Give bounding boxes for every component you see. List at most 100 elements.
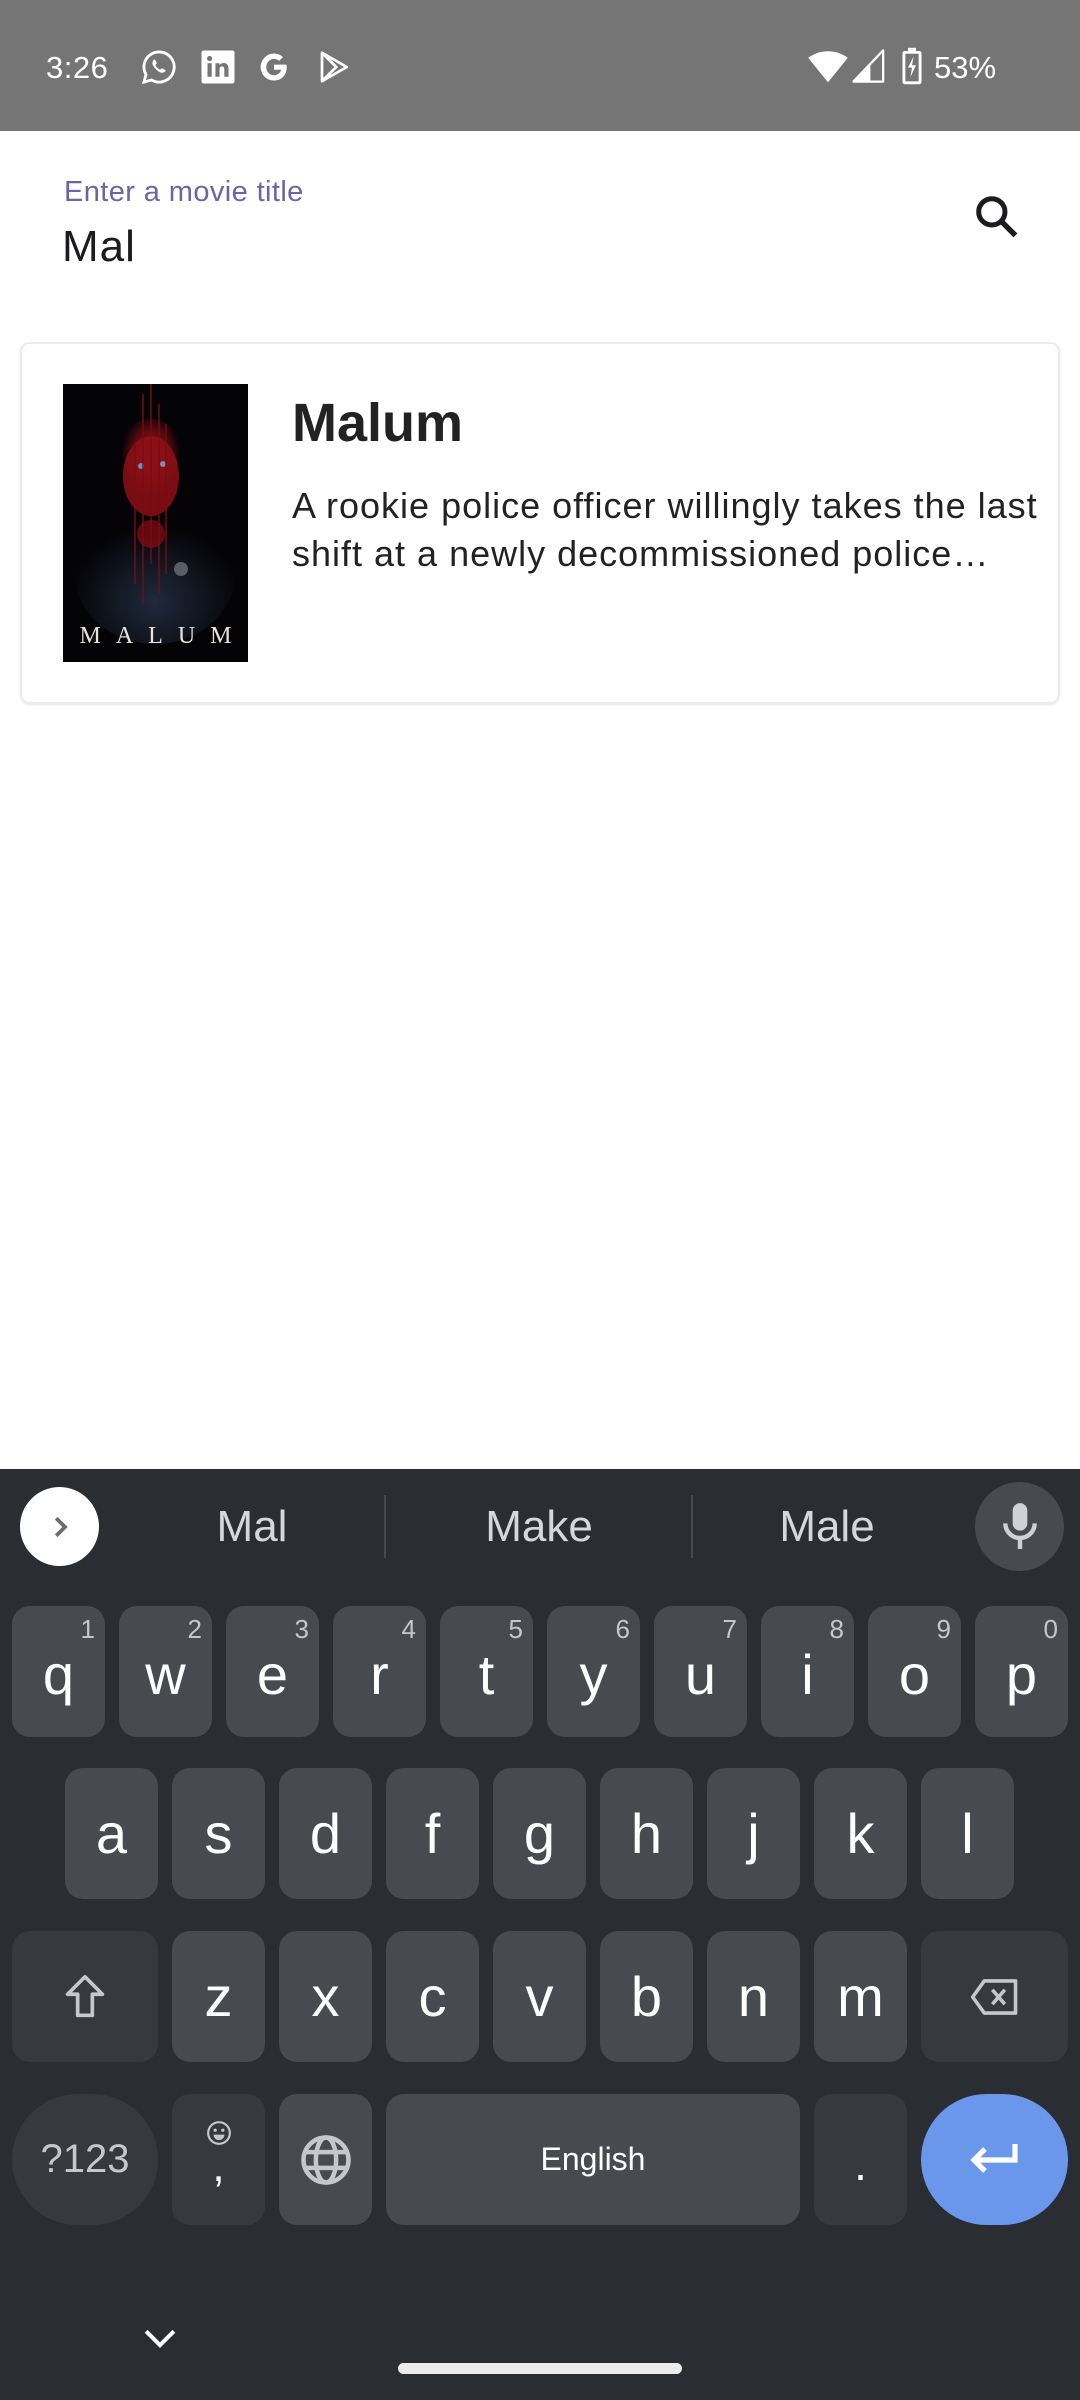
wifi-icon — [808, 51, 848, 83]
key-y[interactable]: y6 — [547, 1606, 640, 1737]
key-number-hint: 4 — [401, 1614, 416, 1644]
search-field[interactable]: Enter a movie title — [0, 131, 1080, 331]
poster-artwork — [63, 384, 248, 662]
key-l[interactable]: l — [921, 1768, 1014, 1899]
key-m[interactable]: m — [814, 1931, 907, 2062]
key-label: h — [630, 1801, 663, 1865]
key-t[interactable]: t5 — [440, 1606, 533, 1737]
key-w[interactable]: w2 — [119, 1606, 212, 1737]
key-label: q — [42, 1642, 75, 1706]
play-store-icon — [320, 51, 349, 83]
key-o[interactable]: o9 — [868, 1606, 961, 1737]
whatsapp-icon — [141, 50, 176, 85]
key-label: y — [579, 1642, 608, 1706]
key-s[interactable]: s — [172, 1768, 265, 1899]
key-number-hint: 9 — [936, 1614, 951, 1644]
cell-signal-icon — [852, 49, 885, 83]
battery-percentage: 53% — [934, 50, 997, 85]
key-number-hint: 8 — [829, 1614, 844, 1644]
search-field-label: Enter a movie title — [64, 176, 304, 208]
key-label: l — [961, 1801, 974, 1865]
key-a[interactable]: a — [65, 1768, 158, 1899]
google-icon — [260, 53, 287, 81]
key-u[interactable]: u7 — [654, 1606, 747, 1737]
key-g[interactable]: g — [493, 1768, 586, 1899]
linkedin-icon — [201, 50, 235, 84]
key-x[interactable]: x — [279, 1931, 372, 2062]
language-switch-key[interactable] — [279, 2094, 372, 2225]
period-key[interactable]: . — [814, 2094, 907, 2225]
key-label: j — [747, 1801, 760, 1865]
enter-key[interactable] — [921, 2094, 1068, 2225]
home-gesture-bar[interactable] — [398, 2363, 682, 2374]
movie-description: A rookie police officer willingly takes … — [292, 485, 1038, 574]
key-b[interactable]: b — [600, 1931, 693, 2062]
key-label: n — [737, 1964, 770, 2028]
search-button[interactable] — [958, 178, 1034, 254]
key-label: v — [525, 1964, 554, 2028]
suggestion-2[interactable]: Make — [386, 1469, 692, 1584]
key-e[interactable]: e3 — [226, 1606, 319, 1737]
movie-title: Malum — [292, 393, 464, 453]
chevron-right-icon — [54, 1516, 68, 1537]
key-label: f — [424, 1801, 441, 1865]
key-k[interactable]: k — [814, 1768, 907, 1899]
movie-result-card[interactable]: MALUM Malum A rookie police officer will… — [20, 342, 1060, 704]
space-key[interactable]: English — [386, 2094, 800, 2225]
enter-arrow-icon — [969, 2143, 1018, 2173]
shift-key[interactable] — [12, 1931, 158, 2062]
expand-toolbar-button[interactable] — [20, 1487, 99, 1566]
key-number-hint: 2 — [187, 1614, 202, 1644]
key-label: a — [95, 1801, 128, 1865]
key-label: x — [311, 1964, 340, 2028]
key-label: g — [523, 1801, 556, 1865]
key-label: k — [846, 1801, 875, 1865]
key-d[interactable]: d — [279, 1768, 372, 1899]
key-q[interactable]: q1 — [12, 1606, 105, 1737]
symbols-key[interactable]: ?123 — [12, 2094, 158, 2225]
poster-title-text: MALUM — [79, 623, 247, 649]
suggestion-1[interactable]: Mal — [120, 1469, 384, 1584]
key-number-hint: 3 — [294, 1614, 309, 1644]
key-f[interactable]: f — [386, 1768, 479, 1899]
key-label: t — [478, 1642, 495, 1706]
key-label: p — [1005, 1642, 1038, 1706]
key-label: o — [898, 1642, 931, 1706]
voice-input-button[interactable] — [975, 1482, 1064, 1571]
key-label: u — [684, 1642, 717, 1706]
key-label: e — [256, 1642, 289, 1706]
hide-keyboard-button[interactable] — [140, 2324, 180, 2354]
backspace-key[interactable] — [921, 1931, 1068, 2062]
key-z[interactable]: z — [172, 1931, 265, 2062]
suggestion-3[interactable]: Male — [693, 1469, 961, 1584]
key-label: z — [204, 1964, 233, 2028]
key-label: c — [418, 1964, 447, 2028]
key-c[interactable]: c — [386, 1931, 479, 2062]
backspace-icon — [970, 1978, 1017, 2015]
key-label: b — [630, 1964, 663, 2028]
key-n[interactable]: n — [707, 1931, 800, 2062]
key-label: d — [309, 1801, 342, 1865]
search-icon — [976, 196, 1018, 238]
battery-charging-icon — [902, 47, 922, 85]
key-p[interactable]: p0 — [975, 1606, 1068, 1737]
globe-icon — [300, 2134, 351, 2185]
key-v[interactable]: v — [493, 1931, 586, 2062]
status-time: 3:26 — [46, 50, 109, 85]
key-label: w — [145, 1642, 186, 1706]
key-label: s — [204, 1801, 233, 1865]
key-label: i — [801, 1642, 814, 1706]
key-label: r — [370, 1642, 389, 1706]
status-bar: 3:26 53% — [0, 0, 1080, 131]
key-j[interactable]: j — [707, 1768, 800, 1899]
key-number-hint: 5 — [508, 1614, 523, 1644]
movie-poster: MALUM — [63, 384, 248, 662]
key-label: m — [837, 1964, 884, 2028]
movie-title-input[interactable] — [62, 222, 922, 272]
comma-emoji-key[interactable]: , — [172, 2094, 265, 2225]
shift-arrow-icon — [65, 1974, 105, 2017]
key-i[interactable]: i8 — [761, 1606, 854, 1737]
key-r[interactable]: r4 — [333, 1606, 426, 1737]
microphone-icon — [1002, 1502, 1037, 1549]
key-h[interactable]: h — [600, 1768, 693, 1899]
